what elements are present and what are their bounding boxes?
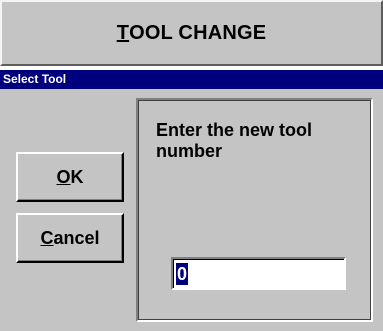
dialog-body: OK Cancel Enter the new tool number 0: [0, 89, 383, 331]
ok-label: K: [70, 166, 84, 187]
select-tool-dialog: Select Tool OK Cancel Enter the new tool…: [0, 70, 383, 331]
tool-number-value: 0: [176, 263, 189, 285]
cancel-label: ancel: [53, 227, 100, 248]
cancel-accelerator: C: [40, 227, 54, 248]
cancel-button[interactable]: Cancel: [16, 213, 124, 263]
dialog-title-bar: Select Tool: [0, 70, 383, 89]
tool-change-accelerator: T: [116, 21, 130, 44]
tool-change-button[interactable]: T OOL CHANGE: [0, 0, 383, 66]
prompt-text: Enter the new tool number: [156, 120, 313, 161]
tool-number-input[interactable]: 0: [171, 257, 346, 290]
ok-button[interactable]: OK: [16, 152, 124, 202]
prompt-panel: Enter the new tool number 0: [136, 98, 373, 322]
ok-accelerator: O: [56, 166, 71, 187]
tool-change-label: OOL CHANGE: [129, 21, 267, 44]
dialog-title: Select Tool: [3, 72, 67, 86]
